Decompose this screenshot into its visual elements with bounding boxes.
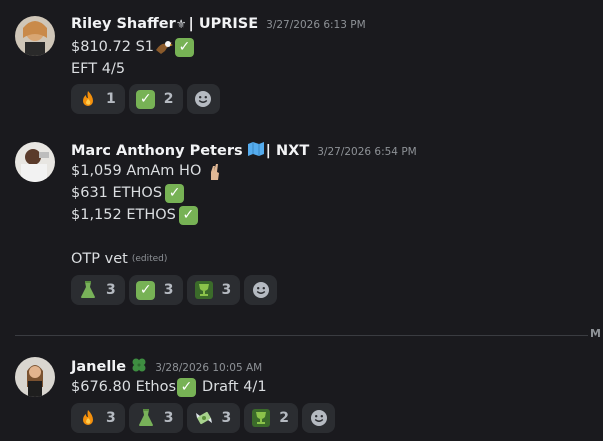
smiley-icon <box>252 282 269 298</box>
divider-label: M <box>590 327 601 340</box>
eagle-icon <box>155 38 174 57</box>
reaction-trophy[interactable]: 3 <box>186 275 241 305</box>
username[interactable]: Riley Shaffer⚜ | UPRISE <box>71 16 258 32</box>
reaction-fire[interactable]: 1 <box>71 84 125 114</box>
message-header: Marc Anthony Peters | NXT 3/27/2026 6:54… <box>71 142 417 162</box>
new-messages-divider <box>15 335 588 336</box>
message-line: $810.72 S1 ✓ <box>71 36 194 58</box>
message-header: Janelle 3/28/2026 10:05 AM <box>71 357 262 377</box>
avatar[interactable] <box>15 142 55 182</box>
check-icon: ✓ <box>175 37 194 57</box>
message-line: $676.80 Ethos ✓ Draft 4/1 <box>71 377 267 397</box>
avatar[interactable] <box>15 16 55 56</box>
fire-icon <box>78 89 98 109</box>
edited-label: (edited) <box>131 254 168 264</box>
money-wings-icon <box>194 408 214 428</box>
reaction-flask[interactable]: 3 <box>128 403 183 433</box>
flask-icon <box>78 280 98 300</box>
add-reaction-button[interactable] <box>186 84 220 114</box>
smiley-icon <box>310 410 327 426</box>
add-reaction-button[interactable] <box>302 403 335 433</box>
clover-icon <box>131 357 147 373</box>
crossed-fingers-icon <box>205 162 224 181</box>
check-icon: ✓ <box>136 280 156 300</box>
reaction-fire[interactable]: 3 <box>71 403 125 433</box>
chat-view: Riley Shaffer⚜ | UPRISE 3/27/2026 6:13 PM… <box>0 0 603 441</box>
check-icon: ✓ <box>178 205 198 225</box>
trophy-icon <box>194 280 214 300</box>
check-icon: ✓ <box>177 377 197 397</box>
reaction-flask[interactable]: 3 <box>71 275 125 305</box>
avatar[interactable] <box>15 357 55 397</box>
timestamp: 3/27/2026 6:13 PM <box>266 19 366 31</box>
message-line: $1,152 ETHOS ✓ <box>71 204 198 226</box>
username[interactable]: Marc Anthony Peters | NXT <box>71 142 309 159</box>
trophy-icon <box>251 408 271 428</box>
message-line: OTP vet (edited) <box>71 248 167 270</box>
reaction-check[interactable]: ✓ 2 <box>128 84 183 114</box>
message-line: $1,059 AmAm HO <box>71 160 224 182</box>
reaction-check[interactable]: ✓ 3 <box>128 275 183 305</box>
smiley-icon <box>195 91 211 107</box>
message-line: EFT 4/5 <box>71 61 126 77</box>
reaction-trophy[interactable]: 2 <box>244 403 298 433</box>
fire-icon <box>78 408 98 428</box>
message-header: Riley Shaffer⚜ | UPRISE 3/27/2026 6:13 PM <box>71 16 366 36</box>
reactions-bar: 1 ✓ 2 <box>71 84 220 114</box>
check-icon: ✓ <box>165 183 185 203</box>
message-line: $631 ETHOS ✓ <box>71 182 185 204</box>
timestamp: 3/28/2026 10:05 AM <box>155 362 263 374</box>
map-icon <box>247 142 264 156</box>
add-reaction-button[interactable] <box>244 275 278 305</box>
username[interactable]: Janelle <box>71 357 147 375</box>
fleur-de-lis-icon: ⚜ <box>175 17 187 31</box>
timestamp: 3/27/2026 6:54 PM <box>317 146 417 158</box>
check-icon: ✓ <box>136 89 156 109</box>
reactions-bar: 3 ✓ 3 3 <box>71 275 278 305</box>
reactions-bar: 3 3 3 2 <box>71 403 335 433</box>
reaction-money-wings[interactable]: 3 <box>186 403 241 433</box>
flask-icon <box>136 408 156 428</box>
